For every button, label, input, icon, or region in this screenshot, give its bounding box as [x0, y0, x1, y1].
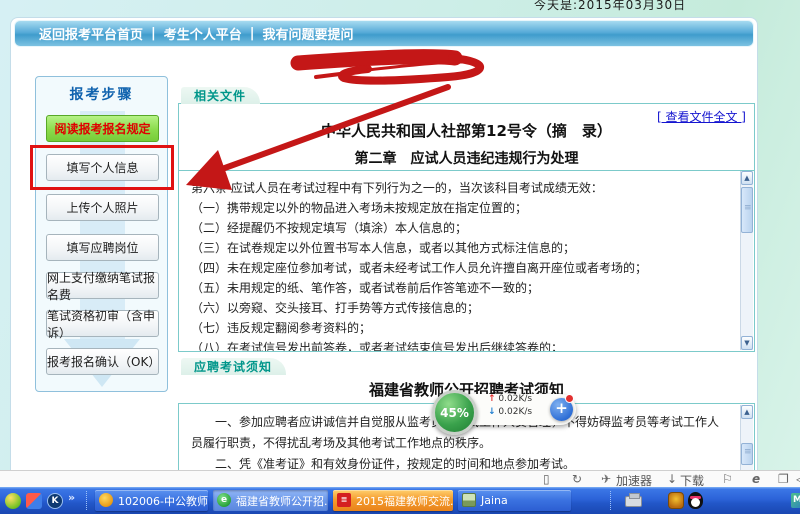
upload-arrow-icon: ↑ [488, 394, 496, 404]
regulation-line: （五）未用规定的纸、笔作答，或者试卷前后作答笔迹不一致的； [191, 278, 730, 298]
nav-link-personal-platform[interactable]: 考生个人平台 [164, 24, 242, 43]
tray-mascot-icon[interactable] [668, 492, 684, 509]
ie-icon[interactable]: e [752, 472, 760, 486]
step-qualification-review-button[interactable]: 笔试资格初审（含申诉） [46, 310, 159, 337]
taskbutton-jaina[interactable]: Jaina [458, 490, 571, 511]
scrollbar-thumb[interactable] [741, 443, 753, 465]
task3-app-icon: ≣ [337, 493, 351, 507]
step-confirm-button[interactable]: 报考报名确认（OK） [46, 348, 159, 375]
browser-status-bar: ▯ ↻ ✈ 加速器 ↓ 下载 ⚐ e ❐ ◁ [0, 470, 800, 487]
regulation-line: （六）以旁窥、交头接耳、打手势等方式传接信息的； [191, 298, 730, 318]
tab-exam-notice: 应聘考试须知 [181, 358, 286, 375]
accelerator-icon[interactable]: ✈ [601, 472, 611, 486]
download-arrow-icon: ↓ [488, 407, 496, 417]
task4-label: Jaina [481, 494, 508, 507]
task2-app-icon: e [217, 493, 231, 507]
nav-separator: | [151, 26, 156, 41]
regulation-line: （一）携带规定以外的物品进入考场未按规定放在指定位置的； [191, 198, 730, 218]
scrollbar-thumb[interactable] [741, 187, 753, 233]
steps-sidebar: 报考步骤 阅读报考报名规定 填写个人信息 上传个人照片 填写应聘岗位 网上支付缴… [35, 76, 168, 392]
tray-printer-icon[interactable] [625, 496, 642, 507]
notice-line: 二、凭《准考证》和有效身份证件，按规定的时间和地点参加考试。 [191, 454, 728, 470]
regulation-line: （三）在试卷规定以外位置书写本人信息，或者以其他方式标注信息的； [191, 238, 730, 258]
progress-circle[interactable]: 45% [432, 390, 477, 435]
regulation-line: 第六条 应试人员在考试过程中有下列行为之一的，当次该科目考试成绩无效： [191, 178, 730, 198]
tray-qq-penguin-icon[interactable] [688, 492, 703, 509]
taskbar-separator [610, 491, 613, 510]
quicklaunch-expand-chevron-icon[interactable]: » [68, 491, 75, 504]
window-icon[interactable]: ❐ [778, 472, 789, 486]
document-title: 中华人民共和国人社部第12号令（摘 录） [179, 120, 754, 141]
regulation-text-area: 第六条 应试人员在考试过程中有下列行为之一的，当次该科目考试成绩无效： （一）携… [179, 170, 754, 351]
refresh-icon[interactable]: ↻ [572, 472, 582, 486]
annotation-highlight-box [30, 145, 174, 190]
mobile-icon[interactable]: ▯ [543, 472, 550, 486]
taskbutton-fujian-teacher-site[interactable]: e 福建省教师公开招... [213, 490, 328, 511]
speed-widget[interactable]: ↑ 0.02K/s ↓ 0.02K/s + 45% [432, 390, 597, 432]
task4-app-icon [462, 493, 476, 507]
tray-partial-app-icon[interactable]: M [791, 493, 800, 508]
sidebar-title: 报考步骤 [36, 84, 167, 104]
download-icon[interactable]: ↓ [667, 472, 677, 486]
related-documents-box: [ 查看文件全文 ] 中华人民共和国人社部第12号令（摘 录） 第二章 应试人员… [178, 103, 755, 352]
task1-label: 102006-中公教师考... [118, 493, 208, 509]
taskbar: K » 102006-中公教师考... e 福建省教师公开招... ≣ 2015… [0, 487, 800, 514]
quicklaunch-app1-icon[interactable] [5, 493, 21, 509]
scroll-down-icon[interactable]: ▼ [741, 336, 753, 350]
step-pay-fee-button[interactable]: 网上支付缴纳笔试报名费 [46, 272, 159, 299]
speaker-icon[interactable]: ◁ [796, 472, 800, 486]
notice-scrollbar[interactable]: ▲ [740, 405, 753, 470]
nav-separator: | [250, 26, 255, 41]
taskbar-separator [86, 491, 89, 510]
quicklaunch-k-app-icon[interactable]: K [47, 493, 63, 509]
regulation-line: （八）在考试信号发出前答卷，或者考试结束信号发出后继续答卷的； [191, 338, 730, 351]
task3-label: 2015福建教师交流... [356, 493, 453, 509]
today-date: 今天是:2015年03月30日 [534, 0, 686, 13]
task1-app-icon [99, 493, 113, 507]
quicklaunch-app2-icon[interactable] [26, 493, 42, 509]
tab-related-documents-label: 相关文件 [194, 87, 246, 104]
regulation-line: （七）违反规定翻阅参考资料的； [191, 318, 730, 338]
tab-related-documents: 相关文件 [181, 87, 260, 104]
scroll-up-icon[interactable]: ▲ [741, 405, 753, 419]
nav-link-ask-question[interactable]: 我有问题要提问 [263, 24, 354, 43]
step-read-rules-button[interactable]: 阅读报考报名规定 [46, 115, 159, 142]
tab-exam-notice-label: 应聘考试须知 [194, 358, 272, 375]
step-upload-photo-button[interactable]: 上传个人照片 [46, 194, 159, 221]
task2-label: 福建省教师公开招... [236, 493, 328, 509]
taskbutton-102006-zhonggong[interactable]: 102006-中公教师考... [95, 490, 208, 511]
download-speed: 0.02K/s [498, 407, 532, 417]
top-navbar: 返回报考平台首页 | 考生个人平台 | 我有问题要提问 [14, 20, 754, 47]
taskbutton-2015-fujian-exchange[interactable]: ≣ 2015福建教师交流... [333, 490, 453, 511]
widget-notification-dot [565, 394, 574, 403]
regulation-line: （四）未在规定座位参加考试，或者未经考试工作人员允许擅自离开座位或者考场的； [191, 258, 730, 278]
speed-rates: ↑ 0.02K/s ↓ 0.02K/s [488, 393, 532, 419]
regulation-scrollbar[interactable]: ▲ ▼ [740, 171, 753, 350]
document-chapter: 第二章 应试人员违纪违规行为处理 [179, 148, 754, 168]
regulation-line: （二）经提醒仍不按规定填写（填涂）本人信息的； [191, 218, 730, 238]
flag-icon[interactable]: ⚐ [722, 472, 733, 486]
nav-link-home[interactable]: 返回报考平台首页 [39, 24, 143, 43]
upload-speed: 0.02K/s [498, 394, 532, 404]
scroll-up-icon[interactable]: ▲ [741, 171, 753, 185]
step-fill-position-button[interactable]: 填写应聘岗位 [46, 234, 159, 261]
page-root: 今天是:2015年03月30日 返回报考平台首页 | 考生个人平台 | 我有问题… [0, 0, 800, 514]
